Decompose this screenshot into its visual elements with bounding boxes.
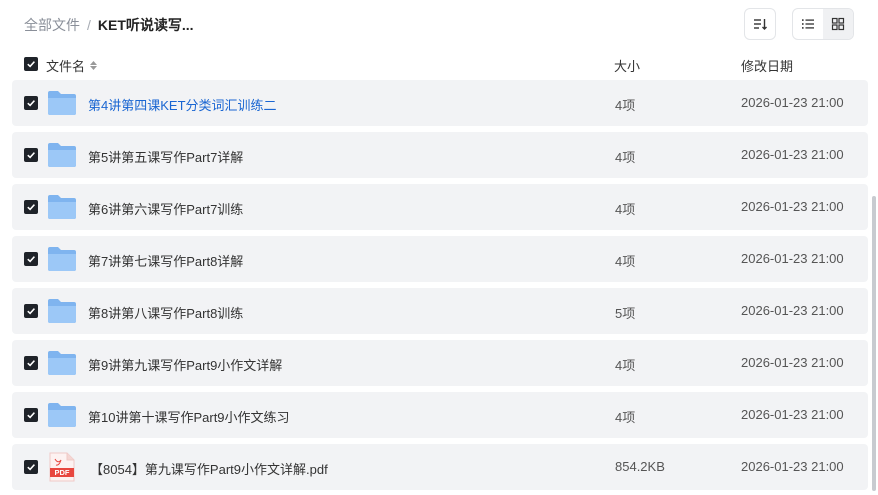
- file-name-link[interactable]: 第9讲第九课写作Part9小作文详解: [88, 355, 282, 374]
- checkmark-icon: [27, 412, 35, 419]
- column-header-name-label: 文件名: [46, 59, 86, 74]
- grid-view-button[interactable]: [823, 9, 853, 39]
- column-header-modified[interactable]: 修改日期: [741, 56, 793, 75]
- checkmark-icon: [27, 308, 35, 315]
- row-checkbox[interactable]: [24, 304, 38, 318]
- file-list: 第4讲第四课KET分类词汇训练二 4项 2026-01-23 21:00 第5讲第五课…: [12, 80, 868, 495]
- table-row[interactable]: 第5讲第五课写作Part7详解 4项 2026-01-23 21:00: [12, 132, 868, 178]
- list-view-icon: [802, 19, 814, 29]
- scrollbar-thumb[interactable]: [872, 196, 876, 491]
- file-size: 4项: [615, 202, 636, 217]
- table-row[interactable]: 第4讲第四课KET分类词汇训练二 4项 2026-01-23 21:00: [12, 80, 868, 126]
- breadcrumb-root-link[interactable]: 全部文件: [24, 15, 80, 35]
- row-checkbox[interactable]: [24, 356, 38, 370]
- file-name-link[interactable]: 第5讲第五课写作Part7详解: [88, 147, 243, 166]
- checkmark-icon: [27, 204, 35, 211]
- breadcrumb: 全部文件 / KET听说读写...: [24, 15, 194, 35]
- file-modified-date: 2026-01-23 21:00: [741, 355, 844, 370]
- file-size: 5项: [615, 306, 636, 321]
- list-view-button[interactable]: [793, 9, 823, 39]
- file-name-link[interactable]: 第4讲第四课KET分类词汇训练二: [88, 95, 277, 114]
- checkmark-icon: [27, 256, 35, 263]
- column-header-size[interactable]: 大小: [614, 56, 640, 75]
- view-mode-toggle: [792, 8, 854, 40]
- top-bar: 全部文件 / KET听说读写...: [0, 0, 878, 48]
- file-size: 4项: [615, 358, 636, 373]
- breadcrumb-separator: /: [87, 17, 91, 33]
- file-modified-date: 2026-01-23 21:00: [741, 459, 844, 474]
- table-row[interactable]: PDF 【8054】第九课写作Part9小作文详解.pdf 854.2KB 2026-…: [12, 444, 868, 490]
- file-name-link[interactable]: 第7讲第七课写作Part8详解: [88, 251, 243, 270]
- pdf-icon-label: PDF: [55, 468, 70, 477]
- folder-icon: [47, 90, 77, 116]
- row-checkbox[interactable]: [24, 96, 38, 110]
- table-row[interactable]: 第10讲第十课写作Part9小作文练习 4项 2026-01-23 21:00: [12, 392, 868, 438]
- file-name-link[interactable]: 第6讲第六课写作Part7训练: [88, 199, 243, 218]
- row-checkbox[interactable]: [24, 200, 38, 214]
- checkmark-icon: [27, 152, 35, 159]
- table-row[interactable]: 第7讲第七课写作Part8详解 4项 2026-01-23 21:00: [12, 236, 868, 282]
- breadcrumb-current: KET听说读写...: [97, 17, 194, 33]
- table-row[interactable]: 第9讲第九课写作Part9小作文详解 4项 2026-01-23 21:00: [12, 340, 868, 386]
- file-size: 4项: [615, 254, 636, 269]
- folder-icon: [47, 350, 77, 376]
- folder-icon: [47, 402, 77, 428]
- table-row[interactable]: 第6讲第六课写作Part7训练 4项 2026-01-23 21:00: [12, 184, 868, 230]
- grid-view-icon: [831, 17, 845, 31]
- folder-icon: [47, 194, 77, 220]
- file-name-link[interactable]: 【8054】第九课写作Part9小作文详解.pdf: [90, 459, 328, 478]
- file-size: 4项: [615, 410, 636, 425]
- file-modified-date: 2026-01-23 21:00: [741, 303, 844, 318]
- row-checkbox[interactable]: [24, 408, 38, 422]
- checkmark-icon: [27, 464, 35, 471]
- folder-icon: [47, 298, 77, 324]
- file-modified-date: 2026-01-23 21:00: [741, 147, 844, 162]
- table-header: 文件名 大小 修改日期: [12, 50, 868, 78]
- folder-icon: [47, 142, 77, 168]
- row-checkbox[interactable]: [24, 252, 38, 266]
- checkmark-icon: [27, 360, 35, 367]
- file-size: 4项: [615, 150, 636, 165]
- file-name-link[interactable]: 第8讲第八课写作Part8训练: [88, 303, 243, 322]
- row-checkbox[interactable]: [24, 148, 38, 162]
- checkmark-icon: [27, 61, 35, 68]
- folder-icon: [47, 246, 77, 272]
- file-size: 4项: [615, 98, 636, 113]
- checkmark-icon: [27, 100, 35, 107]
- column-header-name[interactable]: 文件名: [46, 56, 98, 75]
- file-modified-date: 2026-01-23 21:00: [741, 251, 844, 266]
- table-row[interactable]: 第8讲第八课写作Part8训练 5项 2026-01-23 21:00: [12, 288, 868, 334]
- file-size: 854.2KB: [615, 459, 665, 474]
- row-checkbox[interactable]: [24, 460, 38, 474]
- file-name-link[interactable]: 第10讲第十课写作Part9小作文练习: [88, 407, 290, 426]
- file-modified-date: 2026-01-23 21:00: [741, 407, 844, 422]
- select-all-checkbox[interactable]: [24, 57, 38, 71]
- sort-caret-icon: [90, 61, 98, 70]
- sort-order-button[interactable]: [744, 8, 776, 40]
- sort-order-icon: [754, 19, 767, 30]
- file-modified-date: 2026-01-23 21:00: [741, 199, 844, 214]
- pdf-file-icon: PDF: [49, 452, 75, 482]
- file-modified-date: 2026-01-23 21:00: [741, 95, 844, 110]
